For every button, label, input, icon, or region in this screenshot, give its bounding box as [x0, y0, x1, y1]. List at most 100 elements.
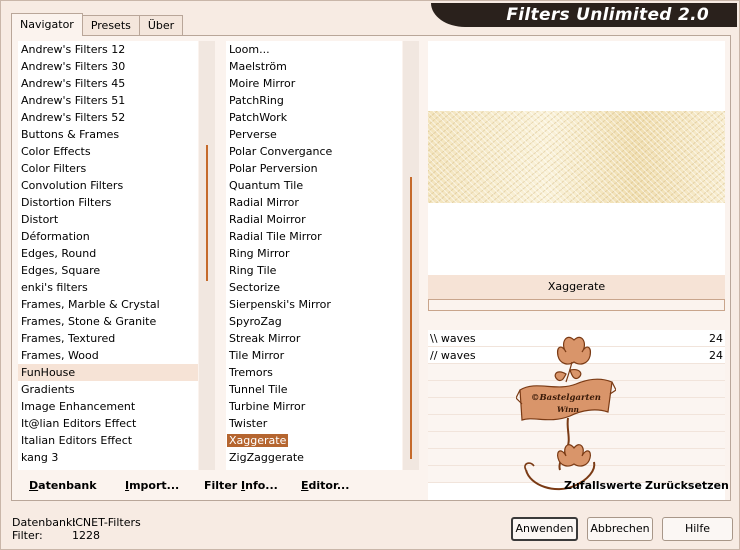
category-item[interactable]: Distort — [18, 211, 198, 228]
category-item[interactable]: Frames, Textured — [18, 330, 198, 347]
filter-item[interactable]: Streak Mirror — [226, 330, 402, 347]
category-item-label: enki's filters — [21, 281, 88, 294]
category-item[interactable]: Color Effects — [18, 143, 198, 160]
filter-item[interactable]: ZigZaggerate — [226, 449, 402, 466]
database-accel: D — [29, 479, 39, 492]
filter-item[interactable]: Polar Convergance — [226, 143, 402, 160]
category-item-label: Image Enhancement — [21, 400, 136, 413]
filter-item-label: Radial Tile Mirror — [229, 230, 322, 243]
category-item[interactable]: enki's filters — [18, 279, 198, 296]
filter-item[interactable]: Radial Moirror — [226, 211, 402, 228]
help-button[interactable]: Hilfe — [662, 517, 733, 541]
apply-button[interactable]: Anwenden — [511, 517, 578, 541]
category-item[interactable]: Color Filters — [18, 160, 198, 177]
category-scroll-thumb[interactable] — [206, 145, 208, 281]
filter-scroll-thumb[interactable] — [410, 177, 412, 459]
reset-button[interactable]: Zurücksetzen — [645, 479, 729, 492]
category-item[interactable]: Buttons & Frames — [18, 126, 198, 143]
filter-item-label: Tile Mirror — [229, 349, 285, 362]
param-label: \\ waves — [430, 332, 476, 345]
watermark-stamp: ©Bastelgarten Winn — [516, 336, 616, 491]
filter-item[interactable]: Quantum Tile — [226, 177, 402, 194]
category-item[interactable]: It@lian Editors Effect — [18, 415, 198, 432]
category-item-label: kang 3 — [21, 451, 59, 464]
filter-item-label: ZigZaggerate — [229, 451, 304, 464]
category-item[interactable]: Frames, Marble & Crystal — [18, 296, 198, 313]
filter-scrollbar[interactable] — [403, 41, 419, 470]
category-item[interactable]: Kang's Tiling Tricks — [18, 466, 198, 470]
category-item[interactable]: Distortion Filters — [18, 194, 198, 211]
editor-button[interactable]: Editor... — [301, 479, 349, 492]
filter-item[interactable]: Radial Tile Mirror — [226, 228, 402, 245]
cancel-button[interactable]: Abbrechen — [587, 517, 653, 541]
progress-bar — [428, 299, 725, 311]
tab-navigator[interactable]: Navigator — [11, 13, 83, 36]
filter-item[interactable]: Turbine Mirror — [226, 398, 402, 415]
category-item[interactable]: Andrew's Filters 30 — [18, 58, 198, 75]
filter-item-label: PatchRing — [229, 94, 284, 107]
category-item[interactable]: Déformation — [18, 228, 198, 245]
category-list[interactable]: Andrew's Filters 12 Andrew's Filters 30 An… — [18, 41, 198, 470]
filter-info-button[interactable]: Filter Info... — [204, 479, 278, 492]
filter-item[interactable]: Moire Mirror — [226, 75, 402, 92]
filter-item-label: Quantum Tile — [229, 179, 304, 192]
import-button[interactable]: Import... — [125, 479, 179, 492]
filter-item[interactable]: Perverse — [226, 126, 402, 143]
filter-list[interactable]: Loom... Maelström Moire Mirror PatchRing Pat… — [226, 41, 402, 470]
filter-item[interactable]: PatchWork — [226, 109, 402, 126]
filter-item-label: Loom... — [229, 43, 270, 56]
category-item[interactable]: kang 3 — [18, 449, 198, 466]
filter-item-label: Polar Convergance — [229, 145, 333, 158]
filter-item[interactable]: Loom... — [226, 41, 402, 58]
database-button[interactable]: Datenbank — [29, 479, 97, 492]
filter-item-label: Ring Tile — [229, 264, 277, 277]
filter-item[interactable]: Xaggerate — [226, 432, 402, 449]
filter-item[interactable]: Radial Mirror — [226, 194, 402, 211]
filter-item[interactable]: Tunnel Tile — [226, 381, 402, 398]
category-item-label: Gradients — [21, 383, 75, 396]
filter-item[interactable]: SpyroZag — [226, 313, 402, 330]
filter-item-label: Streak Mirror — [229, 332, 301, 345]
filter-item-label: Tunnel Tile — [229, 383, 288, 396]
filter-item[interactable]: PatchRing — [226, 92, 402, 109]
filter-item[interactable]: Maelström — [226, 58, 402, 75]
category-item[interactable]: Andrew's Filters 51 — [18, 92, 198, 109]
category-item[interactable]: Image Enhancement — [18, 398, 198, 415]
randomize-button[interactable]: Zufallswerte — [564, 479, 642, 492]
category-item[interactable]: Convolution Filters — [18, 177, 198, 194]
filter-item[interactable]: Tremors — [226, 364, 402, 381]
category-item[interactable]: Andrew's Filters 52 — [18, 109, 198, 126]
category-item[interactable]: Andrew's Filters 45 — [18, 75, 198, 92]
filter-info-label: nfo... — [245, 479, 278, 492]
window-title: Filters Unlimited 2.0 — [506, 5, 709, 25]
category-scrollbar[interactable] — [199, 41, 215, 470]
editor-accel: E — [301, 479, 309, 492]
category-item[interactable]: Frames, Stone & Granite — [18, 313, 198, 330]
filter-item[interactable]: Polar Perversion — [226, 160, 402, 177]
category-item-label: Déformation — [21, 230, 90, 243]
filter-item[interactable]: Ring Tile — [226, 262, 402, 279]
navigator-panel: Andrew's Filters 12 Andrew's Filters 30 An… — [11, 35, 731, 501]
tab-presets[interactable]: Presets — [81, 15, 140, 35]
selected-filter-name: Xaggerate — [428, 275, 725, 299]
filter-item[interactable]: Tile Mirror — [226, 347, 402, 364]
tab-bar: Navigator Presets Über — [11, 13, 184, 36]
category-item[interactable]: Edges, Round — [18, 245, 198, 262]
filter-info-prefix: Filter — [204, 479, 242, 492]
preview-image — [428, 111, 725, 203]
param-value: 24 — [709, 349, 723, 362]
filter-item[interactable]: Sierpenski's Mirror — [226, 296, 402, 313]
category-item-label: It@lian Editors Effect — [21, 417, 137, 430]
category-item-label: Frames, Stone & Granite — [21, 315, 157, 328]
tab-about[interactable]: Über — [138, 15, 184, 35]
status-filter-label: Filter: — [12, 529, 43, 542]
filter-item[interactable]: Twister — [226, 415, 402, 432]
category-item[interactable]: FunHouse — [18, 364, 198, 381]
filter-item[interactable]: Ring Mirror — [226, 245, 402, 262]
category-item[interactable]: Edges, Square — [18, 262, 198, 279]
category-item[interactable]: Andrew's Filters 12 — [18, 41, 198, 58]
category-item[interactable]: Italian Editors Effect — [18, 432, 198, 449]
category-item[interactable]: Gradients — [18, 381, 198, 398]
category-item[interactable]: Frames, Wood — [18, 347, 198, 364]
filter-item[interactable]: Sectorize — [226, 279, 402, 296]
